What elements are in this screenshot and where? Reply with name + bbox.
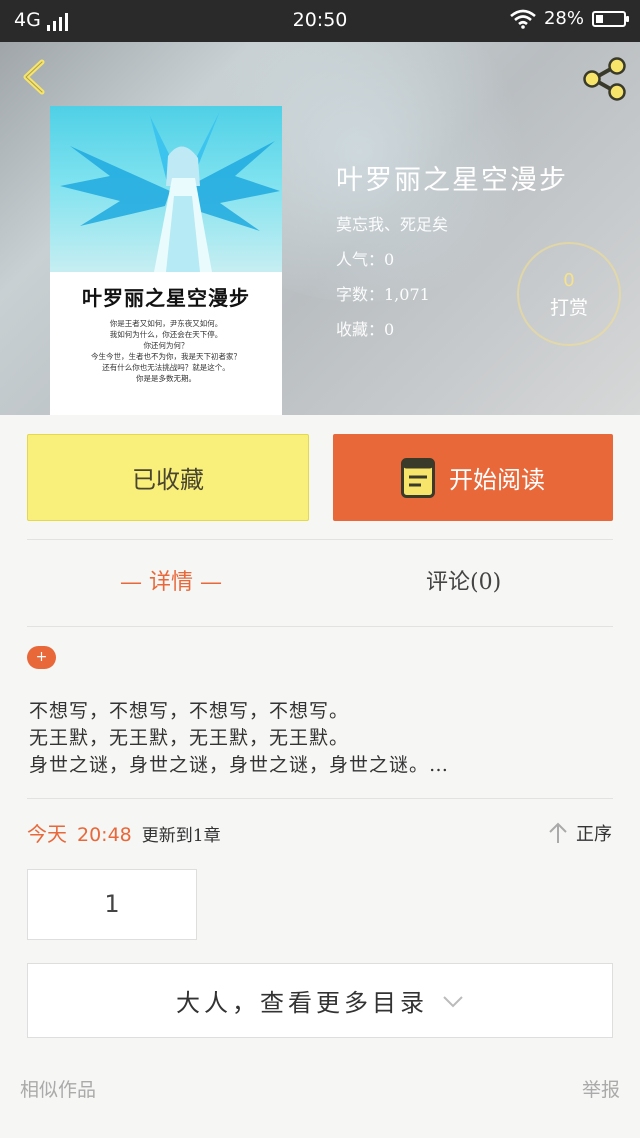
cover-blurb-line: 我如何为什么，你还会在天下停。 (109, 330, 223, 339)
share-icon[interactable] (580, 56, 630, 102)
sort-order-button[interactable]: 正序 (548, 820, 612, 846)
cover-blurb: 你是王者又如何，尹东夜又如何。 我如何为什么，你还会在天下停。 你还何为何？ 今… (66, 318, 266, 384)
chevron-down-icon (443, 995, 463, 1007)
update-info: 今天 20:48 更新到1章 (27, 818, 221, 847)
start-reading-label: 开始阅读 (449, 466, 545, 494)
update-text: 更新到1章 (141, 826, 221, 846)
cover-title: 叶罗丽之星空漫步 (82, 286, 250, 310)
similar-works-heading: 相似作品 (20, 1079, 97, 1101)
description-line: 身世之谜，身世之谜，身世之谜，身世之谜。… (29, 754, 450, 776)
book-description: 不想写，不想写，不想写，不想写。 无王默，无王默，无王默，无王默。 身世之谜，身… (29, 698, 589, 779)
chapter-item[interactable]: 1 (27, 869, 197, 940)
favorite-button[interactable]: 已收藏 (27, 434, 309, 521)
start-reading-button[interactable]: 开始阅读 (333, 434, 613, 521)
tab-comments[interactable]: 评论(0) (426, 560, 501, 606)
battery-icon (592, 10, 629, 27)
battery-percent: 28% (543, 8, 584, 29)
divider (27, 539, 613, 540)
sort-label: 正序 (576, 824, 612, 845)
update-time: 20:48 (77, 824, 132, 846)
cover-illustration (50, 106, 282, 272)
update-day: 今天 (27, 822, 67, 846)
description-line: 无王默，无王默，无王默，无王默。 (29, 727, 350, 749)
status-bar: 4G 20:50 28% (0, 0, 640, 42)
cover-blurb-line: 你是王者又如何，尹东夜又如何。 (109, 319, 223, 328)
cover-blurb-line: 还有什么你也无法挑战吗？就是这个。 (102, 363, 230, 372)
favorite-label: 已收藏 (132, 466, 204, 494)
report-link[interactable]: 举报 (582, 1075, 620, 1102)
cover-blurb-line: 你是是多数无期。 (136, 374, 196, 383)
cover-blurb-line: 你还何为何？ (143, 341, 189, 350)
status-right: 28% (510, 8, 629, 29)
back-arrow-icon[interactable] (14, 56, 56, 98)
reward-label: 打赏 (549, 297, 588, 319)
fairy-illustration (60, 111, 280, 272)
arrow-up-icon (549, 822, 567, 843)
more-catalog-button[interactable]: 大人，查看更多目录 (27, 963, 613, 1038)
book-cover[interactable]: 叶罗丽之星空漫步 你是王者又如何，尹东夜又如何。 我如何为什么，你还会在天下停。… (50, 106, 282, 415)
reward-button[interactable]: 0 打赏 (517, 242, 621, 346)
divider (27, 798, 613, 799)
description-line: 不想写，不想写，不想写，不想写。 (29, 700, 350, 722)
expand-plus-button[interactable]: + (27, 646, 56, 669)
wifi-icon (510, 9, 536, 29)
reward-count: 0 (563, 270, 575, 291)
book-header: 叶罗丽之星空漫步 你是王者又如何，尹东夜又如何。 我如何为什么，你还会在天下停。… (0, 42, 640, 415)
more-catalog-label: 大人，查看更多目录 (176, 989, 428, 1017)
tab-detail[interactable]: — 详情 — (120, 560, 222, 606)
divider (27, 626, 613, 627)
book-title: 叶罗丽之星空漫步 (336, 165, 568, 196)
battery-level (596, 14, 604, 23)
cover-blurb-line: 今生今世，生者也不为你，我是天下初者家？ (91, 352, 241, 361)
book-author[interactable]: 莫忘我、死足矣 (336, 211, 568, 235)
book-icon (401, 457, 435, 498)
